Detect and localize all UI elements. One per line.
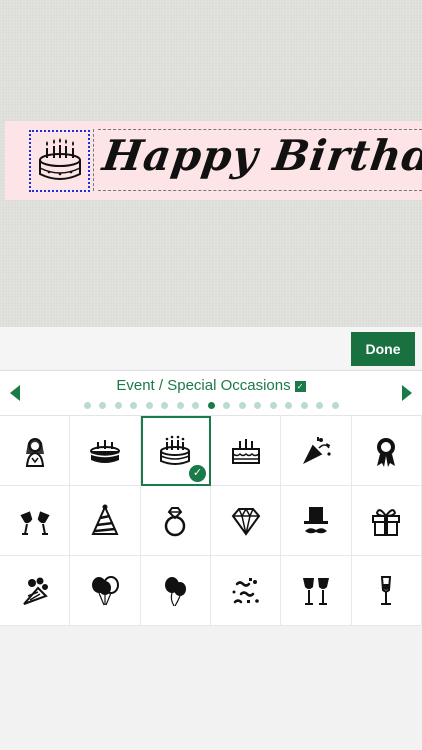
icon-cell[interactable]: [140, 486, 211, 556]
label-guide-top: [98, 129, 422, 130]
page-indicator[interactable]: [0, 402, 422, 409]
birthday-cake-icon: [38, 138, 81, 180]
page-dot[interactable]: [285, 402, 292, 409]
page-dot[interactable]: [254, 402, 261, 409]
icon-cell[interactable]: [351, 416, 422, 486]
diamond-icon: [231, 506, 260, 536]
icon-cell[interactable]: [281, 416, 352, 486]
next-category-arrow-icon[interactable]: [402, 385, 412, 401]
page-dot[interactable]: [316, 402, 323, 409]
party-popper-icon: [302, 436, 331, 464]
bride-icon: [25, 437, 44, 467]
icon-cell[interactable]: [140, 556, 211, 626]
wine-glasses-icon: [302, 577, 329, 605]
label-guide-bottom: [98, 190, 422, 191]
page-dot[interactable]: [269, 402, 277, 409]
icon-cell[interactable]: [351, 556, 422, 626]
balloon-pair-icon: [165, 576, 187, 606]
selected-check-icon: ✓: [188, 465, 206, 482]
cheers-glasses-icon: [20, 510, 50, 535]
selected-cake-graphic[interactable]: [29, 130, 90, 192]
toolbar: Done: [0, 327, 422, 371]
icon-cell[interactable]: [0, 556, 71, 626]
icon-cell[interactable]: [210, 556, 282, 626]
icon-cell[interactable]: [210, 416, 282, 486]
done-button[interactable]: Done: [351, 332, 415, 366]
layer-cake-icon: [231, 438, 260, 464]
icon-cell[interactable]: [210, 486, 282, 556]
icon-grid: ✓: [0, 415, 422, 626]
icon-cell[interactable]: [70, 416, 141, 486]
award-ribbon-icon: [377, 437, 396, 467]
dropdown-check-icon: ✓: [294, 381, 306, 392]
page-dot[interactable]: [331, 402, 339, 409]
page-dot[interactable]: [223, 402, 230, 409]
page-dot[interactable]: [130, 402, 137, 409]
icon-cell[interactable]: [0, 486, 71, 556]
label-strip[interactable]: Happy Birthday!: [5, 121, 422, 200]
icon-cell[interactable]: [351, 486, 422, 556]
gift-box-icon: [372, 508, 401, 536]
icon-cell[interactable]: [0, 416, 71, 486]
category-title: Event / Special Occasions: [116, 377, 291, 394]
page-dot[interactable]: [83, 402, 91, 409]
champagne-flute-icon: [381, 575, 392, 605]
party-hat-icon: [91, 504, 119, 535]
birthday-cake-candles-icon: [160, 435, 191, 465]
page-dot[interactable]: [114, 402, 122, 409]
category-bar: Event / Special Occasions ✓: [0, 371, 422, 415]
label-text[interactable]: Happy Birthday!: [100, 131, 422, 180]
page-dot[interactable]: [300, 402, 308, 409]
icon-cell[interactable]: [281, 556, 352, 626]
icon-cell[interactable]: ✓: [140, 416, 211, 486]
page-dot[interactable]: [161, 402, 168, 409]
page-dot[interactable]: [176, 402, 184, 409]
category-selector[interactable]: Event / Special Occasions ✓: [0, 377, 422, 394]
diamond-ring-icon: [165, 506, 186, 536]
page-dot[interactable]: [99, 402, 106, 409]
page-dot[interactable]: [145, 402, 153, 409]
page-dot[interactable]: [238, 402, 246, 409]
icon-cell[interactable]: [281, 486, 352, 556]
balloons-icon: [91, 575, 119, 605]
icon-cell[interactable]: [70, 486, 141, 556]
page-dot[interactable]: [207, 402, 215, 409]
cake-icon: [89, 439, 120, 463]
confetti-icon: [232, 577, 259, 603]
flower-bouquet-icon: [22, 577, 48, 605]
top-hat-mustache-icon: [303, 506, 328, 533]
label-guide-left: [93, 129, 94, 191]
label-canvas[interactable]: Happy Birthday!: [0, 0, 422, 327]
page-dot[interactable]: [192, 402, 199, 409]
icon-cell[interactable]: [70, 556, 141, 626]
